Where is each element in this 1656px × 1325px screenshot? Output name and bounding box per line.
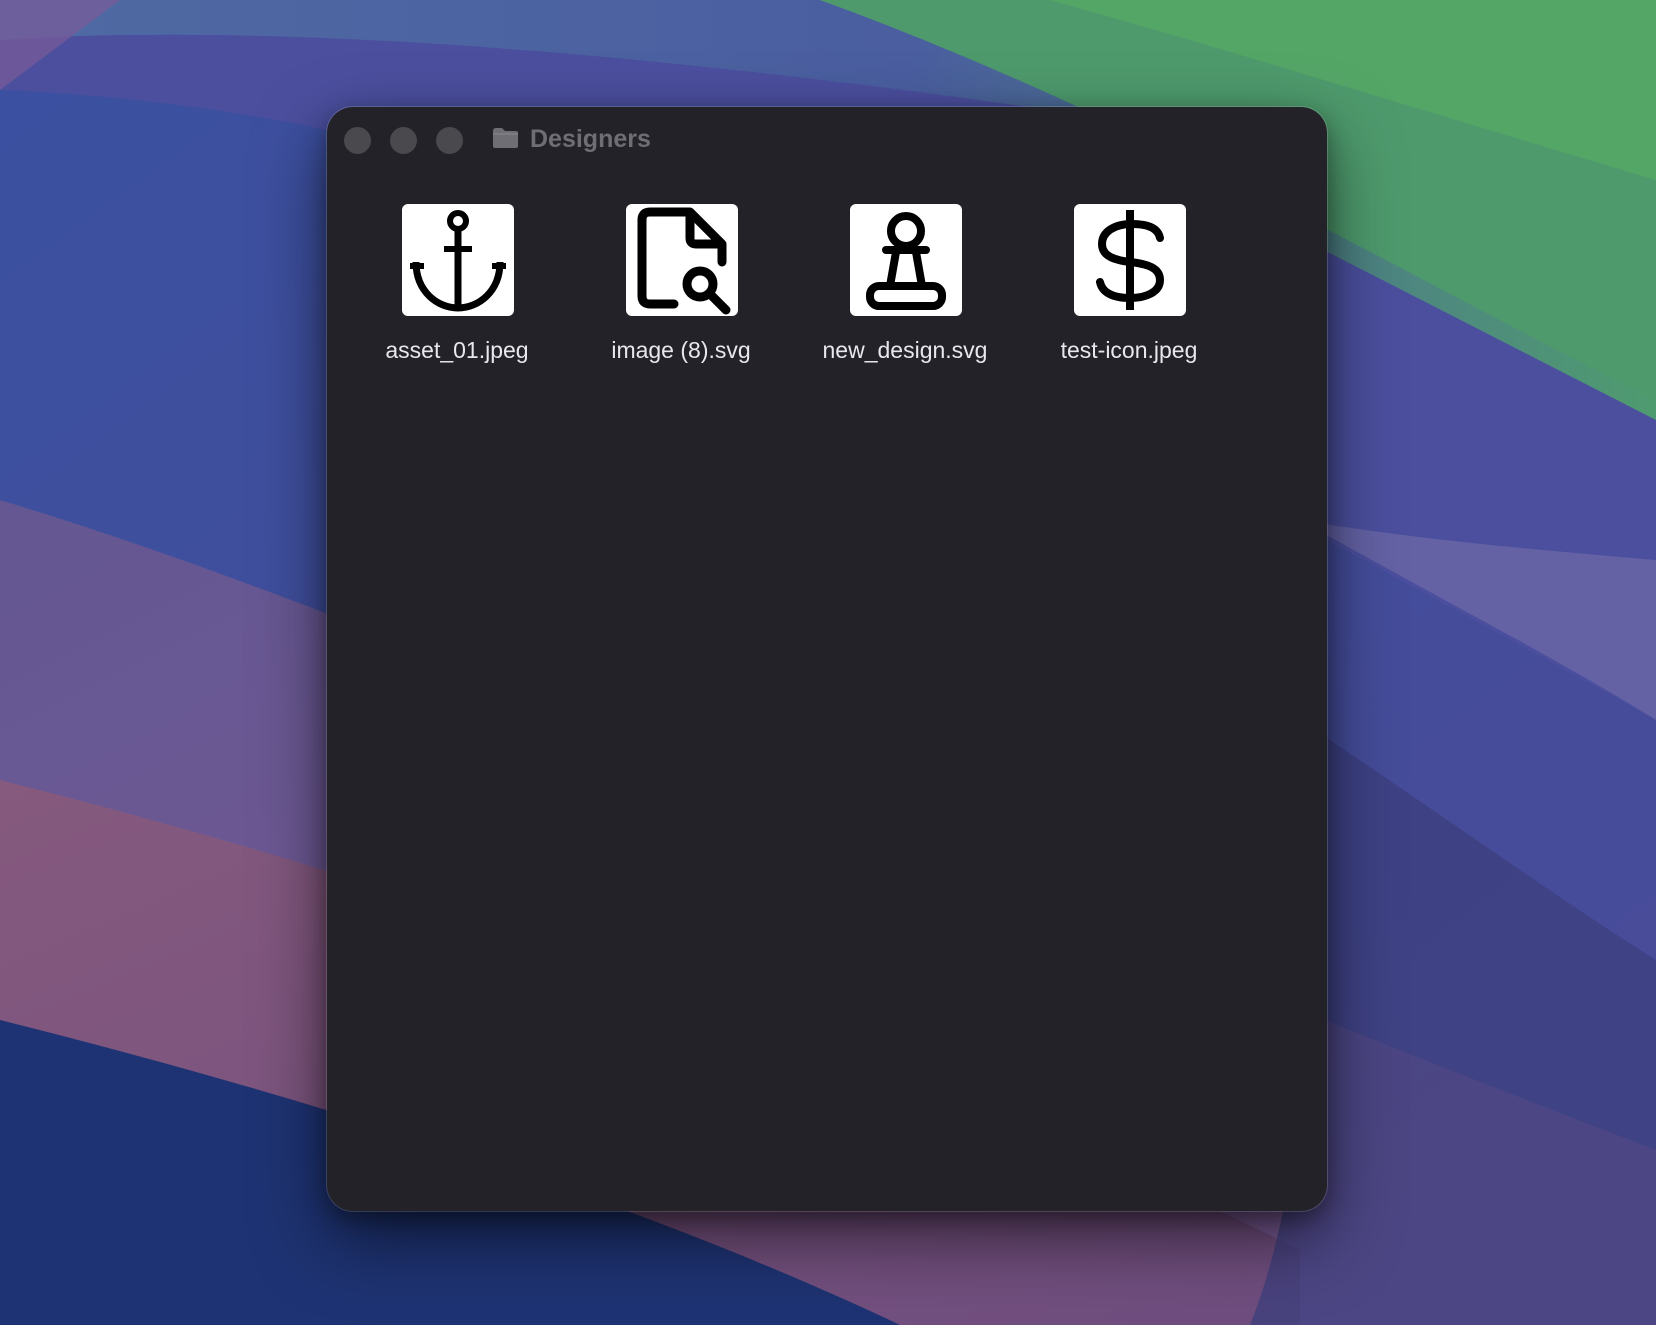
file-grid: asset_01.jpeg image (8).svg new_design.s…	[327, 107, 1327, 1211]
file-name[interactable]: test-icon.jpeg	[1029, 336, 1229, 364]
dollar-sign-icon	[1096, 210, 1165, 310]
anchor-icon	[410, 210, 506, 312]
file-item-image-8[interactable]: image (8).svg	[581, 204, 781, 382]
file-thumbnail[interactable]	[402, 204, 514, 316]
file-name[interactable]: new_design.svg	[805, 336, 1005, 364]
file-search-icon	[637, 207, 731, 315]
file-thumbnail[interactable]	[626, 204, 738, 316]
chess-pawn-icon	[866, 212, 946, 310]
file-name[interactable]: asset_01.jpeg	[357, 336, 557, 364]
finder-window[interactable]: Designers asset_01.jpeg image (8).svg ne…	[327, 107, 1327, 1211]
file-item-test-icon[interactable]: test-icon.jpeg	[1029, 204, 1229, 382]
file-name[interactable]: image (8).svg	[581, 336, 781, 364]
desktop: Designers asset_01.jpeg image (8).svg ne…	[0, 0, 1656, 1325]
file-thumbnail[interactable]	[850, 204, 962, 316]
file-item-new-design[interactable]: new_design.svg	[805, 204, 1005, 382]
file-item-asset-01[interactable]: asset_01.jpeg	[357, 204, 557, 382]
file-thumbnail[interactable]	[1074, 204, 1186, 316]
